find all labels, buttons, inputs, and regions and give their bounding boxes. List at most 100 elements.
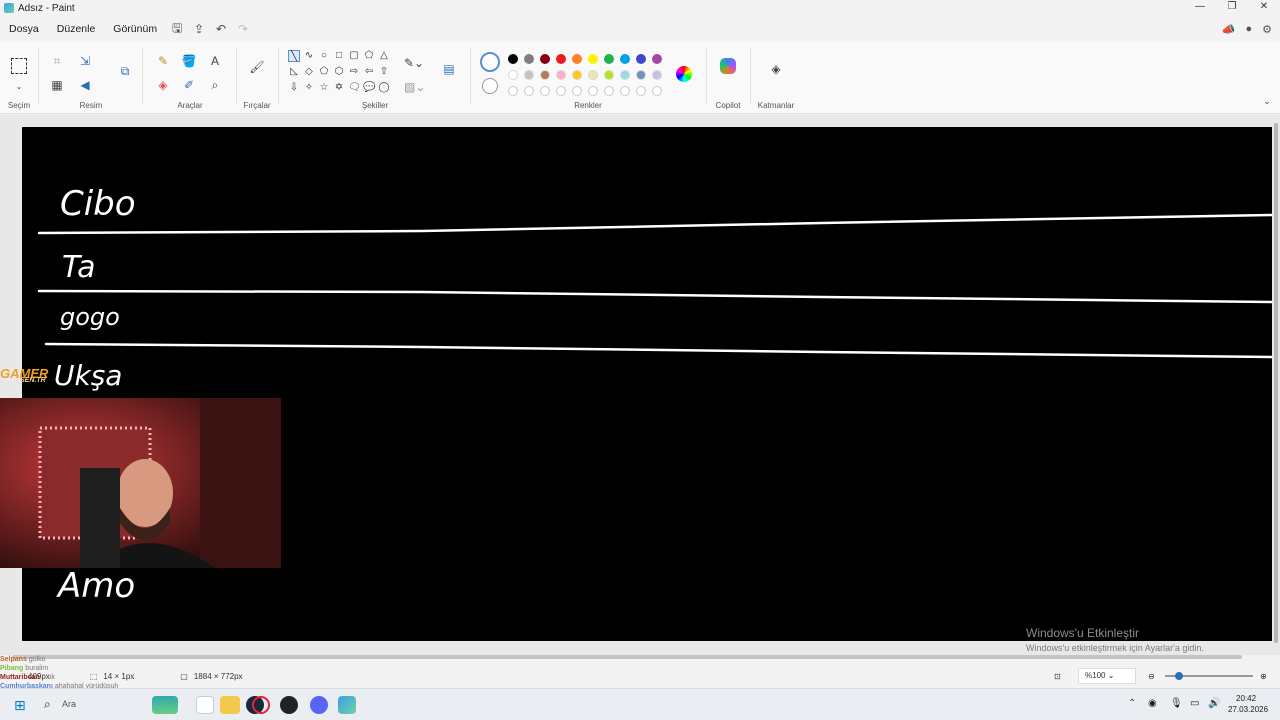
hexagon-shape-icon[interactable]: ⬡	[333, 66, 345, 78]
fill-icon[interactable]: 🪣	[180, 52, 198, 70]
color-swatch[interactable]	[604, 70, 614, 80]
edit-colors-icon[interactable]	[676, 66, 692, 82]
oval-shape-icon[interactable]: ○	[318, 50, 330, 62]
horizontal-scrollbar[interactable]	[12, 655, 1242, 659]
color-swatch[interactable]	[572, 54, 582, 64]
zoom-slider-thumb[interactable]	[1175, 672, 1183, 680]
undo-icon[interactable]: ↶	[210, 22, 232, 36]
start-icon[interactable]: ⊞	[14, 697, 26, 714]
color-swatch[interactable]	[524, 70, 534, 80]
custom-color-swatch[interactable]	[588, 86, 598, 96]
color-swatch[interactable]	[636, 70, 646, 80]
save-icon[interactable]: 🖫	[166, 19, 188, 40]
search-icon[interactable]: ⌕	[44, 697, 51, 712]
polygon-shape-icon[interactable]: ⬠	[363, 50, 375, 62]
zoom-in-icon[interactable]: ⊕	[1260, 672, 1267, 681]
arrow-up-shape-icon[interactable]: ⇧	[378, 66, 390, 78]
fill-style-icon[interactable]: ▨⌄	[404, 78, 425, 96]
menu-file[interactable]: Dosya	[0, 23, 48, 35]
network-tray-icon[interactable]: ◉	[1148, 698, 1157, 709]
curve-shape-icon[interactable]: ∿	[303, 50, 315, 62]
color-swatch[interactable]	[572, 70, 582, 80]
crop-icon[interactable]: ⌗	[48, 52, 66, 70]
triangle-shape-icon[interactable]: △	[378, 50, 390, 62]
rounded-rect-shape-icon[interactable]: ▢	[348, 50, 360, 62]
discord-icon[interactable]	[310, 696, 328, 714]
color1-swatch[interactable]	[480, 52, 500, 72]
redo-icon[interactable]: ↷	[232, 22, 254, 36]
color-picker-icon[interactable]: ✐	[180, 76, 198, 94]
eraser-icon[interactable]: ◈	[154, 76, 172, 94]
display-tray-icon[interactable]: ▭	[1190, 698, 1199, 709]
maximize-button[interactable]: ❐	[1216, 0, 1248, 14]
rectangle-shape-icon[interactable]: □	[333, 50, 345, 62]
zoom-slider[interactable]	[1165, 672, 1253, 680]
feedback-icon[interactable]: 📣	[1222, 23, 1236, 36]
opera-icon[interactable]	[252, 696, 270, 714]
right-triangle-shape-icon[interactable]: ◺	[288, 66, 300, 78]
rotate-icon[interactable]: ◀	[76, 76, 94, 94]
color-swatch[interactable]	[620, 54, 630, 64]
close-button[interactable]: ✕	[1248, 0, 1280, 14]
color-swatch[interactable]	[540, 54, 550, 64]
color-swatch[interactable]	[652, 54, 662, 64]
outline-icon[interactable]: ✎⌄	[404, 54, 424, 72]
tray-chevron-icon[interactable]: ⌃	[1128, 698, 1136, 709]
zoom-out-icon[interactable]: ⊖	[1148, 672, 1155, 681]
image-select-icon[interactable]: ▦	[48, 76, 66, 94]
star6-shape-icon[interactable]: ✡	[333, 82, 345, 94]
color-swatch[interactable]	[556, 70, 566, 80]
resize-icon[interactable]: ⇲	[76, 52, 94, 70]
custom-color-swatch[interactable]	[620, 86, 630, 96]
color-swatch[interactable]	[508, 54, 518, 64]
star4-shape-icon[interactable]: ✧	[303, 82, 315, 94]
shape-size-icon[interactable]: ▤	[440, 60, 458, 78]
paint-taskbar-icon[interactable]	[338, 696, 356, 714]
pentagon-shape-icon[interactable]: ⬠	[318, 66, 330, 78]
layers-icon[interactable]: ◈	[767, 60, 785, 78]
custom-color-swatch[interactable]	[604, 86, 614, 96]
arrow-down-shape-icon[interactable]: ⇩	[288, 82, 300, 94]
menu-edit[interactable]: Düzenle	[48, 23, 105, 35]
clock-time[interactable]: 20:42	[1236, 694, 1256, 703]
callout-oval-shape-icon[interactable]: 💬	[363, 82, 375, 94]
color-swatch[interactable]	[588, 54, 598, 64]
star5-shape-icon[interactable]: ☆	[318, 82, 330, 94]
search-label[interactable]: Ara	[62, 699, 76, 709]
arrow-right-shape-icon[interactable]: ⇨	[348, 66, 360, 78]
color-swatch[interactable]	[540, 70, 550, 80]
copilot-icon[interactable]	[720, 58, 736, 74]
pencil-icon[interactable]: ✎	[154, 52, 172, 70]
arrow-left-shape-icon[interactable]: ⇦	[363, 66, 375, 78]
callout-rect-shape-icon[interactable]: 🗨	[348, 82, 361, 94]
share-icon[interactable]: ⇪	[188, 22, 210, 36]
obs-icon[interactable]	[280, 696, 298, 714]
custom-color-swatch[interactable]	[572, 86, 582, 96]
volume-tray-icon[interactable]: 🔊	[1208, 698, 1220, 709]
image-edit-icon[interactable]: ⧉	[116, 62, 134, 80]
vertical-scrollbar[interactable]	[1274, 123, 1278, 643]
line-shape-icon[interactable]: ╲	[288, 50, 300, 62]
color-swatch[interactable]	[652, 70, 662, 80]
custom-color-swatch[interactable]	[524, 86, 534, 96]
color-swatch[interactable]	[588, 70, 598, 80]
select-icon[interactable]	[11, 58, 27, 74]
chevron-down-icon[interactable]: ⌄	[10, 78, 28, 96]
widget-car-icon[interactable]	[152, 696, 178, 714]
custom-color-swatch[interactable]	[508, 86, 518, 96]
settings-icon[interactable]: ⚙	[1262, 23, 1272, 36]
menu-view[interactable]: Görünüm	[104, 23, 166, 35]
color2-swatch[interactable]	[482, 78, 498, 94]
text-icon[interactable]: A	[206, 52, 224, 70]
callout-cloud-shape-icon[interactable]: ◯	[378, 82, 390, 94]
magnifier-icon[interactable]: ⌕	[206, 76, 224, 94]
ribbon-collapse-icon[interactable]: ⌄	[1258, 92, 1276, 110]
color-swatch[interactable]	[508, 70, 518, 80]
task-view-icon[interactable]	[196, 696, 214, 714]
clock-date[interactable]: 27.03.2026	[1228, 705, 1268, 714]
color-swatch[interactable]	[620, 70, 630, 80]
custom-color-swatch[interactable]	[556, 86, 566, 96]
zoom-select[interactable]: %100 ⌄	[1078, 668, 1136, 684]
minimize-button[interactable]: —	[1184, 0, 1216, 14]
folder-icon[interactable]	[222, 696, 240, 714]
